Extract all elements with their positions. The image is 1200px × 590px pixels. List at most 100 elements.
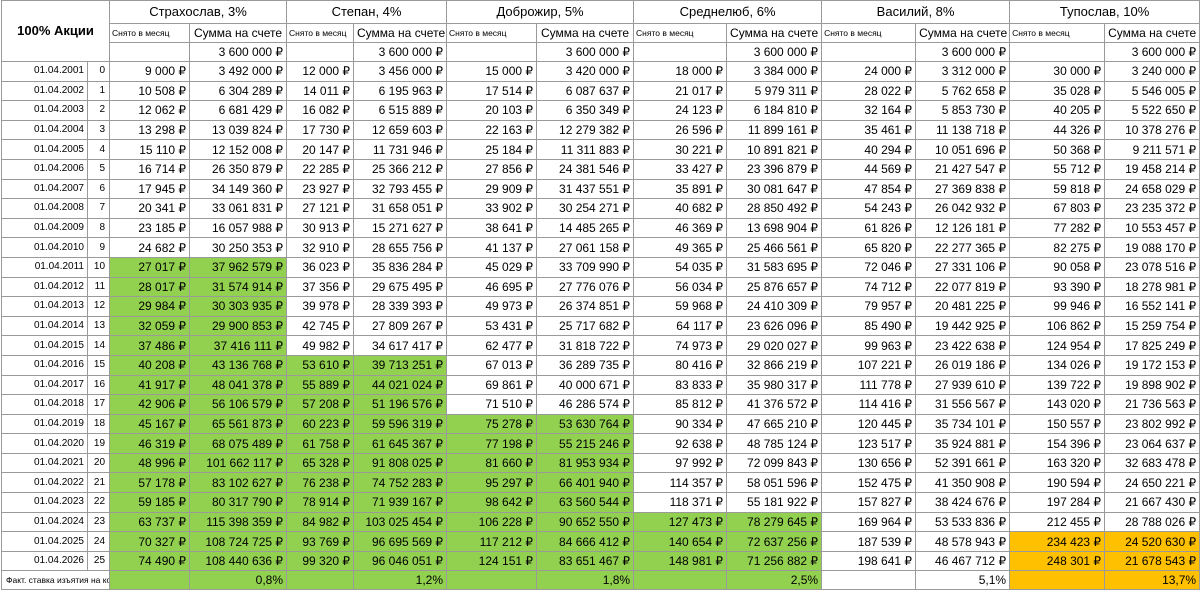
table-row: 01.04.2024 23 63 737 ₽115 398 359 ₽84 982 … <box>1 511 1200 533</box>
balance-cell: 3 312 000 ₽ <box>915 61 1011 82</box>
withdrawn-cell: 10 508 ₽ <box>109 80 191 102</box>
withdrawn-cell: 26 596 ₽ <box>633 119 728 141</box>
withdrawal-rate: 0,8% <box>189 570 288 590</box>
balance-cell: 27 061 158 ₽ <box>536 237 635 258</box>
row-index: 20 <box>86 452 111 474</box>
balance-cell: 80 317 790 ₽ <box>189 492 288 513</box>
withdrawn-cell: 35 461 ₽ <box>821 119 917 141</box>
balance-cell: 28 655 756 ₽ <box>353 237 448 258</box>
withdrawn-cell: 64 117 ₽ <box>633 315 728 337</box>
withdrawn-cell: 27 017 ₽ <box>109 256 191 278</box>
balance-cell: 32 793 455 ₽ <box>353 178 448 200</box>
person-name: Василий, 8% <box>821 0 1011 24</box>
initial-balance: 3 600 000 ₽ <box>915 42 1011 62</box>
withdrawn-cell: 17 945 ₽ <box>109 178 191 200</box>
withdrawn-cell: 15 110 ₽ <box>109 139 191 160</box>
table-row: 01.04.2020 19 46 319 ₽68 075 489 ₽61 758 ₽… <box>1 433 1200 454</box>
balance-cell: 91 808 025 ₽ <box>353 452 448 474</box>
balance-cell: 23 422 638 ₽ <box>915 335 1011 356</box>
balance-cell: 68 075 489 ₽ <box>189 433 288 454</box>
withdrawn-cell: 111 778 ₽ <box>821 374 917 396</box>
balance-cell: 33 709 990 ₽ <box>536 256 635 278</box>
withdrawn-cell: 57 208 ₽ <box>286 394 355 415</box>
row-date: 01.04.2017 <box>1 374 88 396</box>
withdrawn-cell: 30 221 ₽ <box>633 139 728 160</box>
withdrawn-cell: 27 856 ₽ <box>446 158 538 180</box>
row-index: 10 <box>86 256 111 278</box>
footer-spacer <box>109 570 191 590</box>
withdrawn-cell: 84 982 ₽ <box>286 511 355 533</box>
balance-cell: 15 271 627 ₽ <box>353 217 448 239</box>
withdrawn-cell: 40 294 ₽ <box>821 139 917 160</box>
withdrawn-cell: 50 368 ₽ <box>1009 139 1106 160</box>
withdrawn-cell: 22 285 ₽ <box>286 158 355 180</box>
row-index: 2 <box>86 100 111 121</box>
balance-cell: 27 369 838 ₽ <box>915 178 1011 200</box>
withdrawn-cell: 30 913 ₽ <box>286 217 355 239</box>
withdrawn-cell: 63 737 ₽ <box>109 511 191 533</box>
balance-cell: 16 057 988 ₽ <box>189 217 288 239</box>
balance-cell: 10 553 457 ₽ <box>1104 217 1200 239</box>
balance-cell: 23 064 637 ₽ <box>1104 433 1200 454</box>
withdrawn-cell: 49 982 ₽ <box>286 335 355 356</box>
balance-cell: 78 279 645 ₽ <box>726 511 823 533</box>
withdrawn-cell: 47 854 ₽ <box>821 178 917 200</box>
balance-cell: 23 078 516 ₽ <box>1104 256 1200 278</box>
table-row: 01.04.2018 17 42 906 ₽56 106 579 ₽57 208 ₽… <box>1 394 1200 415</box>
withdrawn-cell: 32 164 ₽ <box>821 100 917 121</box>
balance-cell: 6 087 637 ₽ <box>536 80 635 102</box>
subheader-withdrawn: Снято в месяц <box>633 23 728 43</box>
balance-cell: 13 039 824 ₽ <box>189 119 288 141</box>
balance-cell: 25 876 657 ₽ <box>726 276 823 298</box>
subheader-withdrawn: Снято в месяц <box>446 23 538 43</box>
withdrawn-cell: 45 029 ₽ <box>446 256 538 278</box>
initial-balance: 3 600 000 ₽ <box>353 42 448 62</box>
table-row: 01.04.2014 13 32 059 ₽29 900 853 ₽42 745 ₽… <box>1 315 1200 337</box>
balance-cell: 26 374 851 ₽ <box>536 296 635 317</box>
balance-cell: 23 626 096 ₽ <box>726 315 823 337</box>
withdrawn-cell: 15 000 ₽ <box>446 61 538 82</box>
initial-balance: 3 600 000 ₽ <box>189 42 288 62</box>
balance-cell: 84 666 412 ₽ <box>536 531 635 552</box>
balance-cell: 96 046 051 ₽ <box>353 550 448 572</box>
withdrawn-cell: 24 682 ₽ <box>109 237 191 258</box>
balance-cell: 10 051 696 ₽ <box>915 139 1011 160</box>
row-date: 01.04.2023 <box>1 492 88 513</box>
balance-cell: 11 731 946 ₽ <box>353 139 448 160</box>
balance-cell: 81 953 934 ₽ <box>536 452 635 474</box>
balance-cell: 63 560 544 ₽ <box>536 492 635 513</box>
subheader-withdrawn: Снято в месяц <box>821 23 917 43</box>
withdrawn-cell: 106 228 ₽ <box>446 511 538 533</box>
person-name: Страхослав, 3% <box>109 0 288 24</box>
table-row: 01.04.2017 16 41 917 ₽48 041 378 ₽55 889 ₽… <box>1 374 1200 396</box>
balance-cell: 26 042 932 ₽ <box>915 198 1011 219</box>
balance-cell: 35 734 101 ₽ <box>915 413 1011 435</box>
withdrawn-cell: 80 416 ₽ <box>633 354 728 376</box>
subheader-balance: Сумма на счете <box>353 23 448 43</box>
row-index: 0 <box>86 61 111 82</box>
withdrawn-cell: 197 284 ₽ <box>1009 492 1106 513</box>
balance-cell: 61 645 367 ₽ <box>353 433 448 454</box>
balance-cell: 6 681 429 ₽ <box>189 100 288 121</box>
balance-cell: 71 256 882 ₽ <box>726 550 823 572</box>
balance-cell: 21 427 547 ₽ <box>915 158 1011 180</box>
withdrawn-cell: 18 000 ₽ <box>633 61 728 82</box>
table-row: 01.04.2009 8 23 185 ₽16 057 988 ₽30 913 ₽1… <box>1 217 1200 239</box>
row-index: 12 <box>86 296 111 317</box>
row-index: 9 <box>86 237 111 258</box>
withdrawn-cell: 67 013 ₽ <box>446 354 538 376</box>
row-date: 01.04.2024 <box>1 511 88 533</box>
withdrawn-cell: 46 319 ₽ <box>109 433 191 454</box>
withdrawn-cell: 97 992 ₽ <box>633 452 728 474</box>
table-row: 01.04.2003 2 12 062 ₽6 681 429 ₽16 082 ₽6 … <box>1 100 1200 121</box>
balance-cell: 11 311 883 ₽ <box>536 139 635 160</box>
withdrawn-cell: 77 282 ₽ <box>1009 217 1106 239</box>
balance-cell: 108 724 725 ₽ <box>189 531 288 552</box>
person-name: Тупослав, 10% <box>1009 0 1200 24</box>
initial-balance: 3 600 000 ₽ <box>726 42 823 62</box>
balance-cell: 56 106 579 ₽ <box>189 394 288 415</box>
withdrawn-cell: 127 473 ₽ <box>633 511 728 533</box>
withdrawn-cell: 70 327 ₽ <box>109 531 191 552</box>
withdrawn-cell: 55 712 ₽ <box>1009 158 1106 180</box>
row-index: 4 <box>86 139 111 160</box>
